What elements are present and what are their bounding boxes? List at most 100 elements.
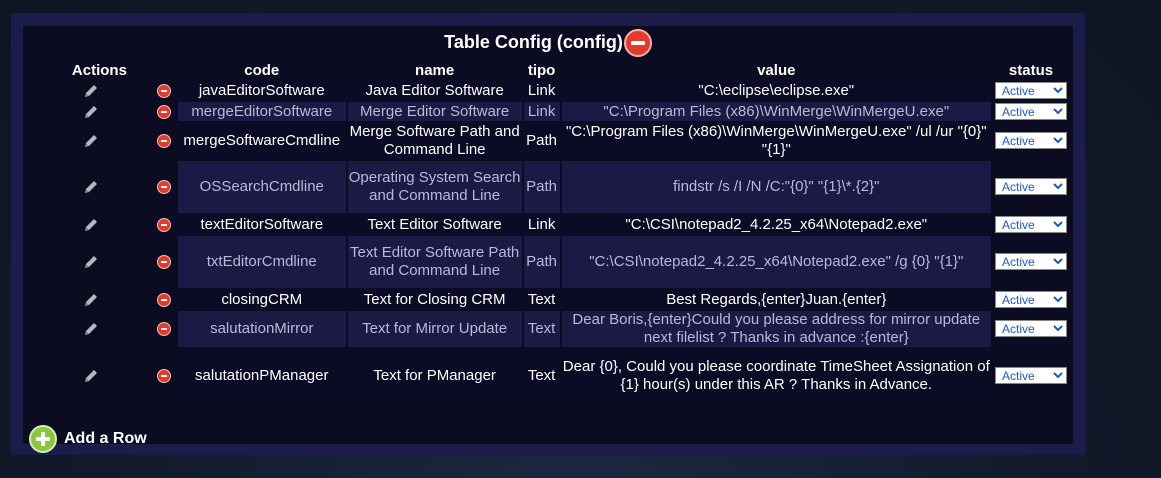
add-row-label: Add a Row: [64, 430, 147, 447]
pencil-icon[interactable]: [82, 178, 100, 196]
status-cell: Active: [993, 123, 1069, 159]
header-tipo: tipo: [523, 61, 560, 79]
name-cell: Text for Mirror Update: [347, 311, 522, 347]
actions-cell: [23, 236, 176, 288]
name-cell: Text Editor Software: [347, 215, 522, 234]
code-cell: mergeSoftwareCmdline: [177, 123, 346, 159]
code-cell: closingCRM: [177, 290, 346, 309]
table-row: javaEditorSoftware Java Editor Software Li…: [23, 81, 1069, 100]
pencil-icon[interactable]: [82, 320, 100, 338]
tipo-cell: Link: [523, 215, 560, 234]
value-cell: findstr /s /I /N /C:"{0}" "{1}\*.{2}": [561, 161, 992, 213]
remove-icon[interactable]: [156, 180, 171, 194]
header-status: status: [993, 61, 1069, 79]
remove-icon[interactable]: [156, 255, 171, 269]
remove-icon[interactable]: [156, 83, 171, 98]
tipo-cell: Link: [523, 81, 560, 100]
code-cell: mergeEditorSoftware: [177, 102, 346, 121]
header-name: name: [347, 61, 522, 79]
table-row: mergeEditorSoftware Merge Editor Software…: [23, 102, 1069, 121]
table-row: OSSearchCmdline Operating System Search a…: [23, 161, 1069, 213]
pencil-icon[interactable]: [82, 82, 100, 100]
name-cell: Text Editor Software Path and Command Li…: [347, 236, 522, 288]
remove-icon[interactable]: [156, 369, 171, 383]
pencil-icon[interactable]: [82, 132, 100, 150]
value-cell: Dear {0}, Could you please coordinate Ti…: [561, 349, 992, 403]
remove-icon[interactable]: [156, 292, 171, 307]
status-select[interactable]: Active: [995, 253, 1067, 270]
status-cell: Active: [993, 311, 1069, 347]
tipo-cell: Link: [523, 102, 560, 121]
name-cell: Merge Software Path and Command Line: [347, 123, 522, 159]
actions-cell: [23, 161, 176, 213]
value-cell: "C:\CSI\notepad2_4.2.25_x64\Notepad2.exe…: [561, 236, 992, 288]
status-select[interactable]: Active: [995, 215, 1067, 233]
tipo-cell: Text: [523, 311, 560, 347]
pencil-icon[interactable]: [82, 216, 100, 234]
status-cell: Active: [993, 81, 1069, 100]
code-cell: OSSearchCmdline: [177, 161, 346, 213]
config-panel: Table Config (config) Actions code name …: [11, 13, 1085, 455]
table-row: txtEditorCmdline Text Editor Software Pat…: [23, 236, 1069, 288]
value-cell: "C:\CSI\notepad2_4.2.25_x64\Notepad2.exe…: [561, 215, 992, 234]
table-row: textEditorSoftware Text Editor Software Li…: [23, 215, 1069, 234]
table-row: closingCRM Text for Closing CRM Text Best R…: [23, 290, 1069, 309]
status-select[interactable]: Active: [995, 367, 1067, 384]
status-cell: Active: [993, 161, 1069, 213]
plus-icon: [29, 425, 57, 453]
header-row: Actions code name tipo value status: [23, 61, 1069, 79]
remove-table-icon[interactable]: [623, 28, 652, 57]
remove-icon[interactable]: [156, 104, 171, 119]
actions-cell: [23, 349, 176, 403]
status-select[interactable]: Active: [995, 320, 1067, 337]
actions-cell: [23, 81, 176, 100]
value-cell: Dear Boris,{enter}Could you please addre…: [561, 311, 992, 347]
code-cell: txtEditorCmdline: [177, 236, 346, 288]
status-cell: Active: [993, 215, 1069, 234]
remove-icon[interactable]: [156, 134, 171, 148]
status-select[interactable]: Active: [995, 102, 1067, 120]
status-cell: Active: [993, 290, 1069, 309]
tipo-cell: Path: [523, 123, 560, 159]
value-cell: "C:\Program Files (x86)\WinMerge\WinMerg…: [561, 102, 992, 121]
header-value: value: [561, 61, 992, 79]
table-row: mergeSoftwareCmdline Merge Software Path …: [23, 123, 1069, 159]
status-select[interactable]: Active: [995, 290, 1067, 308]
remove-icon[interactable]: [156, 217, 171, 232]
value-cell: "C:\eclipse\eclipse.exe": [561, 81, 992, 100]
table-title-bar: Table Config (config): [23, 26, 1073, 59]
table-row: salutationPManager Text for PManager Text D…: [23, 349, 1069, 403]
actions-cell: [23, 102, 176, 121]
config-table: Actions code name tipo value status java…: [21, 59, 1071, 405]
actions-cell: [23, 215, 176, 234]
actions-cell: [23, 123, 176, 159]
header-code: code: [177, 61, 346, 79]
actions-cell: [23, 311, 176, 347]
pencil-icon[interactable]: [82, 291, 100, 309]
name-cell: Java Editor Software: [347, 81, 522, 100]
tipo-cell: Path: [523, 161, 560, 213]
table-row: salutationMirror Text for Mirror Update Te…: [23, 311, 1069, 347]
remove-icon[interactable]: [156, 322, 171, 336]
value-cell: Best Regards,{enter}Juan.{enter}: [561, 290, 992, 309]
status-cell: Active: [993, 102, 1069, 121]
table-container: Table Config (config) Actions code name …: [21, 26, 1073, 453]
table-title: Table Config (config): [444, 32, 623, 52]
tipo-cell: Text: [523, 290, 560, 309]
actions-cell: [23, 290, 176, 309]
tipo-cell: Text: [523, 349, 560, 403]
status-select[interactable]: Active: [995, 132, 1067, 149]
code-cell: salutationMirror: [177, 311, 346, 347]
name-cell: Merge Editor Software: [347, 102, 522, 121]
status-select[interactable]: Active: [995, 178, 1067, 195]
header-actions: Actions: [23, 61, 176, 79]
tipo-cell: Path: [523, 236, 560, 288]
pencil-icon[interactable]: [82, 103, 100, 121]
pencil-icon[interactable]: [82, 253, 100, 271]
name-cell: Text for PManager: [347, 349, 522, 403]
name-cell: Text for Closing CRM: [347, 290, 522, 309]
add-row-button[interactable]: Add a Row: [29, 425, 147, 453]
pencil-icon[interactable]: [82, 367, 100, 385]
status-select[interactable]: Active: [995, 81, 1067, 99]
name-cell: Operating System Search and Command Line: [347, 161, 522, 213]
